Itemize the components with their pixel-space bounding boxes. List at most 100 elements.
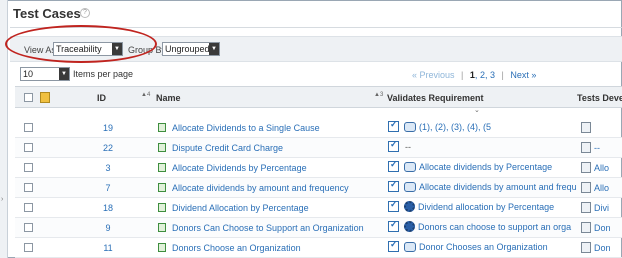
column-validates-requirement[interactable]: Validates Requirement: [387, 93, 484, 103]
highlight-oval: [5, 25, 157, 63]
row-checkbox[interactable]: [24, 223, 33, 232]
row-name-link[interactable]: Dispute Credit Card Charge: [172, 143, 283, 153]
test-case-icon: [158, 203, 166, 212]
row-checkbox[interactable]: [24, 163, 33, 172]
tests-development-cell: --: [581, 142, 600, 154]
test-case-icon: [158, 163, 166, 172]
validated-check-icon: [388, 121, 399, 133]
per-page-label: Items per page: [73, 69, 134, 79]
tests-development-link[interactable]: Allo: [594, 163, 609, 173]
validated-check-icon: [388, 241, 399, 253]
requirement-link[interactable]: Dividend allocation by Percentage: [418, 202, 554, 212]
document-icon: [581, 142, 591, 154]
test-case-icon: [158, 223, 166, 232]
row-checkbox[interactable]: [24, 143, 33, 152]
help-icon[interactable]: ?: [80, 8, 90, 18]
expand-arrow-icon[interactable]: ›: [1, 196, 3, 203]
test-case-icon: [158, 243, 166, 252]
row-checkbox[interactable]: [24, 243, 33, 252]
row-name-link[interactable]: Allocate dividends by amount and frequen…: [172, 183, 349, 193]
validates-cell: --: [388, 141, 588, 157]
chevron-down-icon: ▼: [59, 68, 69, 80]
page-title: Test Cases: [13, 6, 81, 21]
chevron-down-icon[interactable]: ⌄: [474, 106, 480, 114]
table-row[interactable]: 7 Allocate dividends by amount and freque…: [15, 178, 622, 198]
validates-cell: Allocate dividends by Percentage: [388, 161, 588, 177]
tests-development-link[interactable]: Allo: [594, 183, 609, 193]
tests-development-link[interactable]: Don: [594, 223, 611, 233]
document-icon: [581, 242, 591, 254]
table-row[interactable]: 11 Donors Choose an Organization Donor Cho…: [15, 238, 622, 258]
column-chooser-icon[interactable]: [40, 92, 50, 103]
document-icon: [581, 162, 591, 174]
next-link[interactable]: Next »: [510, 70, 536, 80]
document-icon: [581, 182, 591, 194]
requirement-link[interactable]: Donors can choose to support an orga: [418, 222, 571, 232]
requirement-link[interactable]: Allocate dividends by amount and frequ: [419, 182, 577, 192]
requirement-gear-icon: [404, 221, 415, 233]
test-case-icon: [158, 123, 166, 132]
row-checkbox[interactable]: [24, 183, 33, 192]
column-id[interactable]: ID: [97, 93, 106, 103]
tests-development-link[interactable]: Don: [594, 243, 611, 253]
validated-check-icon: [388, 161, 399, 173]
column-tests-development[interactable]: Tests Devel: [577, 93, 622, 103]
sort-indicator-icon: ▲3: [374, 92, 384, 98]
page-3[interactable]: 3: [490, 70, 495, 80]
row-id-link[interactable]: 3: [98, 163, 118, 173]
requirement-bubble-icon: [404, 181, 416, 192]
requirement-bubble-icon: [404, 241, 416, 252]
row-name-link[interactable]: Allocate Dividends by Percentage: [172, 163, 307, 173]
table-row[interactable]: 9 Donors Can Choose to Support an Organiz…: [15, 218, 622, 238]
previous-link[interactable]: « Previous: [412, 70, 455, 80]
validated-check-icon: [388, 221, 399, 233]
row-id-link[interactable]: 22: [98, 143, 118, 153]
pagination: « Previous | 1, 2, 3 | Next »: [412, 70, 537, 80]
tests-development-cell: Don: [581, 242, 611, 254]
row-id-link[interactable]: 9: [98, 223, 118, 233]
column-name[interactable]: Name: [156, 93, 181, 103]
validates-cell: Allocate dividends by amount and frequ: [388, 181, 588, 197]
per-page-value: 10: [23, 69, 34, 79]
table-row[interactable]: 22 Dispute Credit Card Charge -- --: [15, 138, 622, 158]
requirement-bubble-icon: [404, 121, 416, 132]
requirement-link[interactable]: Allocate dividends by Percentage: [419, 162, 552, 172]
pager-separator: |: [461, 70, 464, 80]
tests-development-cell: Divi: [581, 202, 609, 214]
row-checkbox[interactable]: [24, 203, 33, 212]
requirement-link[interactable]: Donor Chooses an Organization: [419, 242, 548, 252]
row-checkbox[interactable]: [24, 123, 33, 132]
validates-cell: Donors can choose to support an orga: [388, 221, 588, 237]
tests-development-link[interactable]: Divi: [594, 203, 609, 213]
row-name-link[interactable]: Donors Can Choose to Support an Organiza…: [172, 223, 364, 233]
row-name-link[interactable]: Donors Choose an Organization: [172, 243, 301, 253]
row-id-link[interactable]: 19: [98, 123, 118, 133]
table-row[interactable]: 3 Allocate Dividends by Percentage Allocat…: [15, 158, 622, 178]
test-cases-table: ID ▲4 Name ▲3 Validates Requirement Test…: [15, 86, 622, 258]
row-id-link[interactable]: 11: [98, 243, 118, 253]
document-icon: [581, 202, 591, 214]
table-header: ID ▲4 Name ▲3 Validates Requirement Test…: [15, 86, 622, 108]
page-2[interactable]: 2: [480, 70, 485, 80]
tests-development-cell: Allo: [581, 162, 609, 174]
page-1[interactable]: 1: [470, 70, 475, 80]
row-id-link[interactable]: 18: [98, 203, 118, 213]
document-icon: [581, 122, 591, 134]
row-id-link[interactable]: 7: [98, 183, 118, 193]
requirement-bubble-icon: [404, 161, 416, 172]
group-by-select[interactable]: Ungrouped ▼: [162, 42, 220, 56]
validates-cell: Dividend allocation by Percentage: [388, 201, 588, 217]
test-case-icon: [158, 183, 166, 192]
validated-check-icon: [388, 201, 399, 213]
tests-development-link[interactable]: --: [594, 143, 600, 153]
row-name-link[interactable]: Dividend Allocation by Percentage: [172, 203, 309, 213]
validates-cell: (1), (2), (3), (4), (5: [388, 121, 588, 137]
select-all-checkbox[interactable]: [24, 93, 33, 102]
row-name-link[interactable]: Allocate Dividends to a Single Cause: [172, 123, 320, 133]
table-row[interactable]: 19 Allocate Dividends to a Single Cause (1…: [15, 118, 622, 138]
validated-check-icon: [388, 181, 399, 193]
group-by-value: Ungrouped: [165, 44, 210, 54]
table-row[interactable]: 18 Dividend Allocation by Percentage Divid…: [15, 198, 622, 218]
requirement-link[interactable]: (1), (2), (3), (4), (5: [419, 122, 491, 132]
per-page-select[interactable]: 10 ▼: [20, 67, 70, 81]
